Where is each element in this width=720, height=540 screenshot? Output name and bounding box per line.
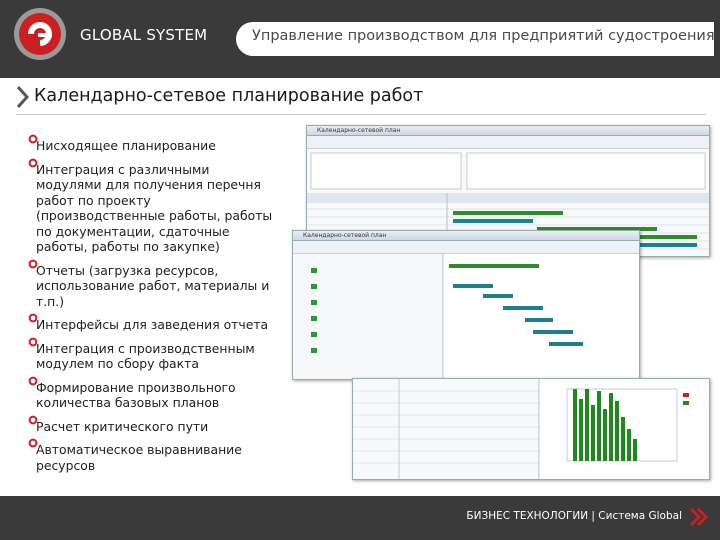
list-item: Интерфейсы для заведения отчета	[28, 313, 278, 333]
list-item: Автоматическое выравнивание ресурсов	[28, 438, 278, 473]
resource-load-screenshot	[352, 378, 710, 480]
chevron-right-icon	[16, 86, 30, 108]
list-item-text: Интеграция с производственным модулем по…	[36, 340, 255, 372]
list-item-text: Расчет критического пути	[36, 418, 209, 434]
gantt-subwindow-title: Календарно-сетевой план	[293, 231, 639, 241]
title-divider	[16, 114, 706, 115]
gantt-network-image	[293, 254, 639, 379]
red-ring-bullet-icon	[28, 337, 38, 346]
red-ring-bullet-icon	[28, 158, 38, 167]
brand-name: GLOBAL SYSTEM	[80, 26, 208, 44]
list-item-text: Интерфейсы для заведения отчета	[36, 317, 269, 332]
list-item: Интеграция с различными модулями для пол…	[28, 158, 278, 255]
list-item: Интеграция с производственным модулем по…	[28, 337, 278, 372]
list-item-text: Автоматическое выравнивание ресурсов	[36, 442, 242, 473]
list-item: Формирование произвольного количества ба…	[28, 376, 278, 411]
page-title: Календарно-сетевое планирование работ	[34, 86, 424, 106]
footer-bar: БИЗНЕС ТЕХНОЛОГИИ | Система Global	[0, 496, 720, 540]
gantt-sub-toolbar	[293, 241, 639, 254]
red-ring-bullet-icon	[28, 313, 38, 323]
list-item-text: Отчеты (загрузка ресурсов, использование…	[36, 262, 270, 309]
red-ring-bullet-icon	[28, 134, 38, 144]
red-ring-bullet-icon	[28, 259, 38, 268]
list-item-text: Интеграция с различными модулями для пол…	[36, 161, 273, 255]
gantt-toolbar	[307, 136, 709, 149]
red-ring-bullet-icon	[28, 438, 38, 448]
list-item: Расчет критического пути	[28, 415, 278, 435]
list-item: Нисходящее планирование	[28, 134, 278, 154]
header-bar: GLOBAL SYSTEM Управление производством д…	[0, 0, 720, 78]
list-item-text: Формирование произвольного количества ба…	[36, 379, 236, 411]
footer-text: БИЗНЕС ТЕХНОЛОГИИ | Система Global	[466, 510, 682, 522]
header-tagline: Управление производством для предприятий…	[236, 22, 714, 56]
gantt-subwindow-screenshot: Календарно-сетевой план	[292, 230, 640, 380]
red-ring-bullet-icon	[28, 415, 38, 424]
resource-load-chart-image	[353, 379, 709, 479]
list-item-text: Нисходящее планирование	[36, 138, 216, 153]
red-ring-bullet-icon	[28, 376, 38, 385]
feature-list: Нисходящее планирование Интеграция с раз…	[28, 134, 278, 481]
tagline-text: Управление производством для предприятий…	[252, 28, 714, 44]
global-system-logo-icon	[14, 8, 66, 60]
double-chevron-icon	[689, 507, 709, 527]
gantt-window-title: Календарно-сетевой план	[307, 126, 709, 136]
list-item: Отчеты (загрузка ресурсов, использование…	[28, 259, 278, 310]
